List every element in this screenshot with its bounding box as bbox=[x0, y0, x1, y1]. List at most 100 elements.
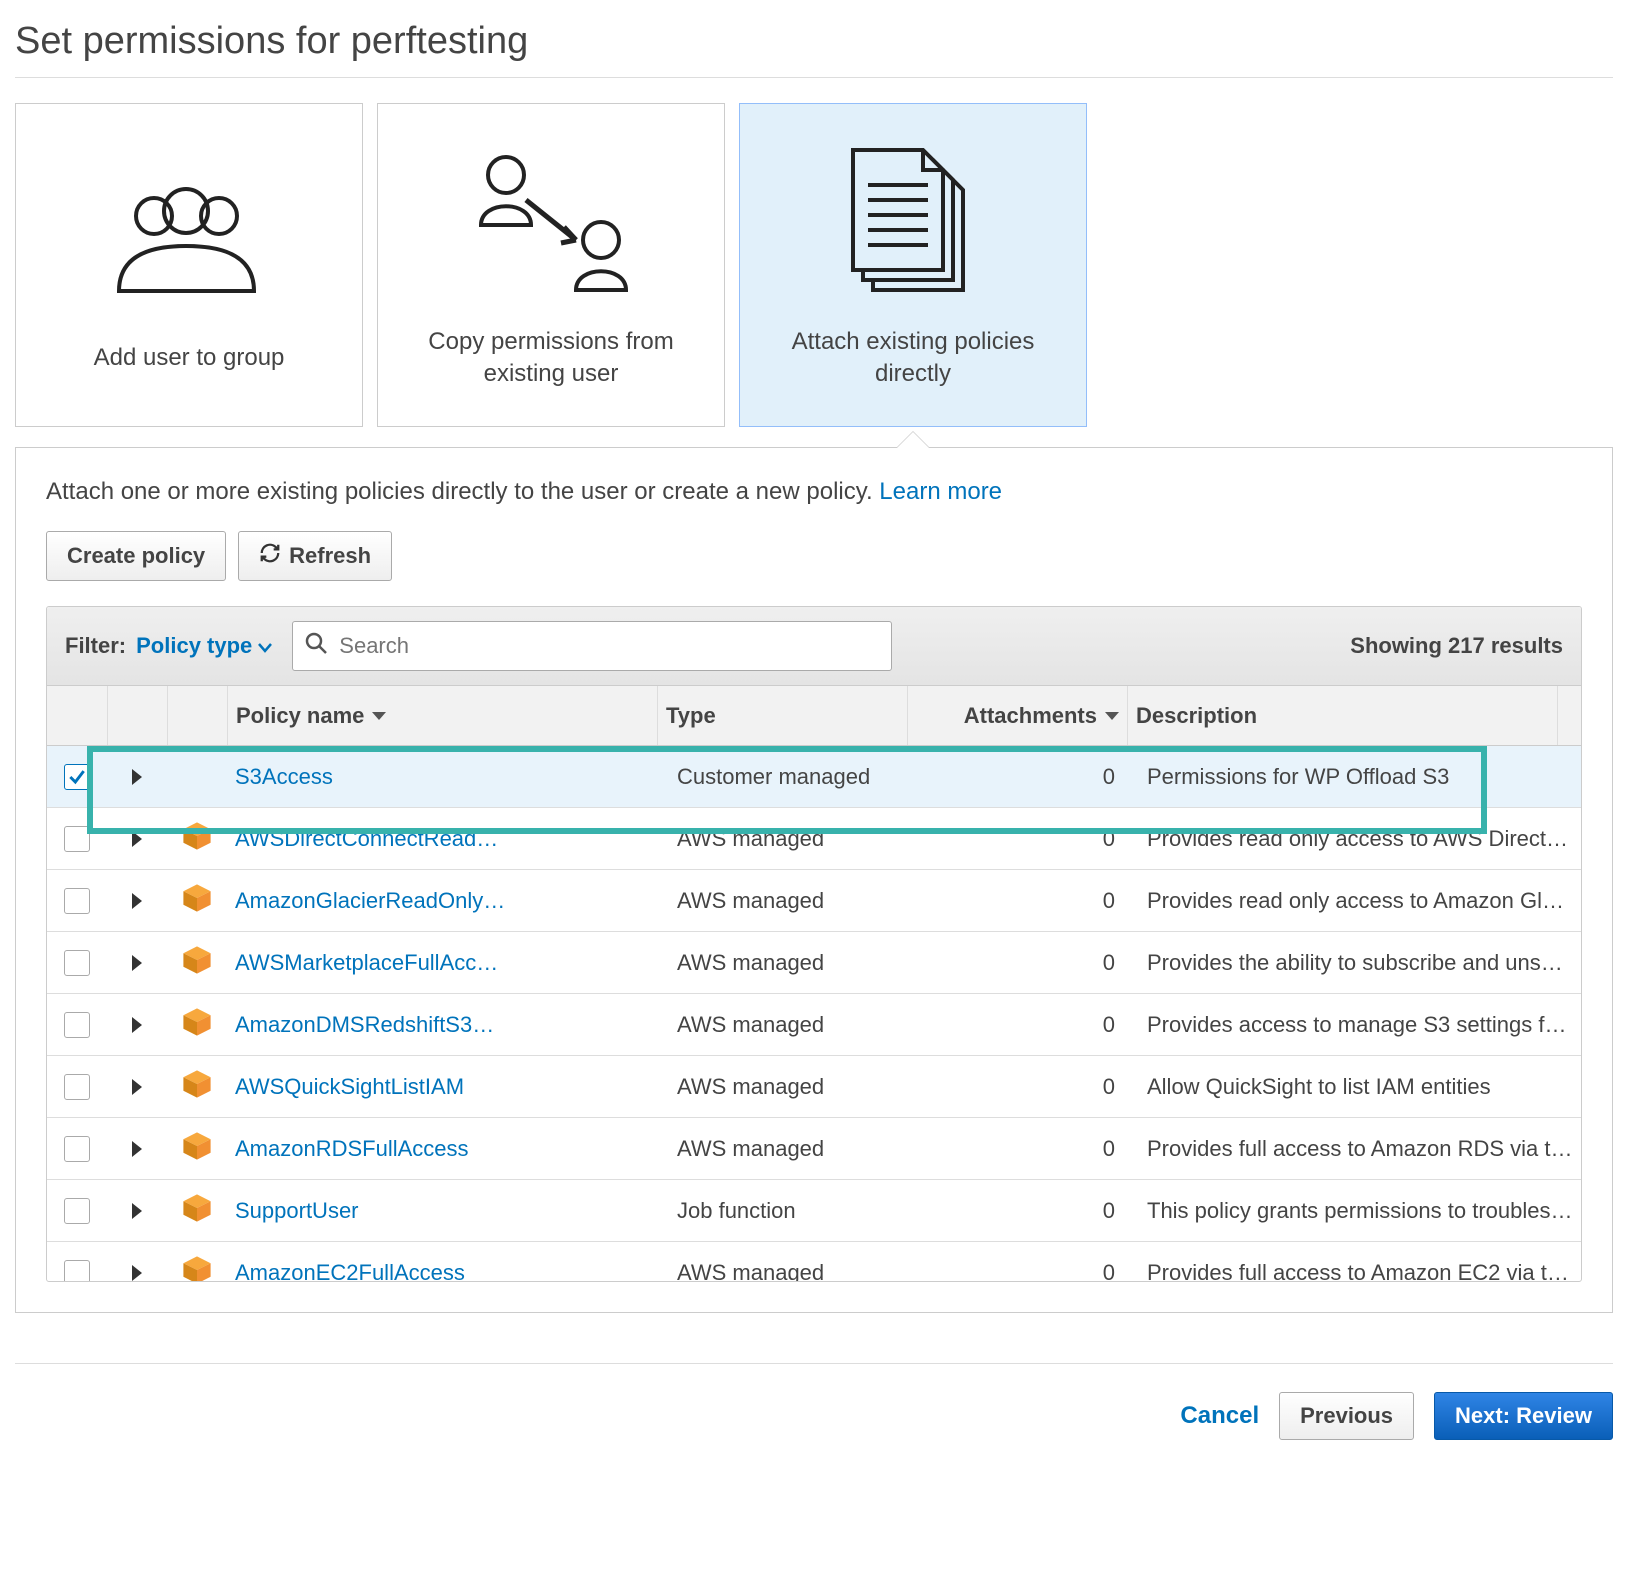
expand-row-icon[interactable] bbox=[132, 1203, 142, 1219]
next-review-button[interactable]: Next: Review bbox=[1434, 1392, 1613, 1440]
row-checkbox[interactable] bbox=[64, 826, 90, 852]
page-title: Set permissions for perftesting bbox=[15, 15, 1613, 78]
expand-row-icon[interactable] bbox=[132, 1017, 142, 1033]
col-policy-name[interactable]: Policy name bbox=[227, 686, 657, 745]
policy-name-link[interactable]: AWSMarketplaceFullAcc… bbox=[235, 950, 498, 975]
row-checkbox[interactable] bbox=[64, 1074, 90, 1100]
learn-more-link[interactable]: Learn more bbox=[879, 478, 1002, 505]
tab-copy-permissions[interactable]: Copy permissions from existing user bbox=[377, 103, 725, 427]
policy-type: AWS managed bbox=[669, 1012, 919, 1038]
search-icon bbox=[304, 631, 328, 661]
policy-description: Provides read only access to AWS Direct … bbox=[1139, 826, 1581, 852]
expand-row-icon[interactable] bbox=[132, 1141, 142, 1157]
policy-description: Allow QuickSight to list IAM entities bbox=[1139, 1074, 1581, 1100]
policy-type: AWS managed bbox=[669, 1074, 919, 1100]
policy-type: AWS managed bbox=[669, 950, 919, 976]
row-checkbox[interactable] bbox=[64, 1260, 90, 1282]
panel-intro: Attach one or more existing policies dir… bbox=[46, 478, 1582, 506]
policy-name-link[interactable]: AmazonDMSRedshiftS3… bbox=[235, 1012, 494, 1037]
policy-name-link[interactable]: AWSQuickSightListIAM bbox=[235, 1074, 464, 1099]
aws-managed-icon bbox=[180, 881, 214, 921]
policy-type: AWS managed bbox=[669, 1136, 919, 1162]
table-row: SupportUser Job function 0 This policy g… bbox=[47, 1180, 1581, 1242]
aws-managed-icon bbox=[180, 1005, 214, 1045]
sort-caret-icon bbox=[372, 712, 386, 720]
filter-label: Filter: bbox=[65, 633, 126, 659]
refresh-label: Refresh bbox=[289, 543, 371, 569]
row-checkbox[interactable] bbox=[64, 1136, 90, 1162]
row-checkbox[interactable] bbox=[64, 1012, 90, 1038]
permission-tabs: Add user to group Copy permissions from … bbox=[15, 103, 1613, 427]
aws-managed-icon bbox=[180, 1191, 214, 1231]
aws-managed-icon bbox=[180, 943, 214, 983]
wizard-footer: Cancel Previous Next: Review bbox=[15, 1363, 1613, 1440]
expand-row-icon[interactable] bbox=[132, 831, 142, 847]
policy-type: Customer managed bbox=[669, 764, 919, 790]
table-row: AmazonRDSFullAccess AWS managed 0 Provid… bbox=[47, 1118, 1581, 1180]
table-row: AmazonDMSRedshiftS3… AWS managed 0 Provi… bbox=[47, 994, 1581, 1056]
policies-table: Filter: Policy type Showing 217 results … bbox=[46, 606, 1582, 1282]
policy-description: Provides full access to Amazon EC2 via t… bbox=[1139, 1260, 1581, 1282]
cancel-button[interactable]: Cancel bbox=[1180, 1402, 1259, 1430]
policy-attachments: 0 bbox=[919, 1198, 1139, 1224]
table-row: S3Access Customer managed 0 Permissions … bbox=[47, 746, 1581, 808]
tab-attach-existing-policies[interactable]: Attach existing policies directly bbox=[739, 103, 1087, 427]
policy-attachments: 0 bbox=[919, 1074, 1139, 1100]
table-row: AWSDirectConnectRead… AWS managed 0 Prov… bbox=[47, 808, 1581, 870]
create-policy-button[interactable]: Create policy bbox=[46, 531, 226, 581]
search-input[interactable] bbox=[292, 621, 892, 671]
expand-row-icon[interactable] bbox=[132, 1079, 142, 1095]
tab-label: Attach existing policies directly bbox=[760, 326, 1066, 391]
tab-add-user-to-group[interactable]: Add user to group bbox=[15, 103, 363, 427]
table-row: AmazonEC2FullAccess AWS managed 0 Provid… bbox=[47, 1242, 1581, 1281]
policy-name-link[interactable]: SupportUser bbox=[235, 1198, 359, 1223]
expand-row-icon[interactable] bbox=[132, 1265, 142, 1281]
row-checkbox[interactable] bbox=[64, 1198, 90, 1224]
col-attachments[interactable]: Attachments bbox=[907, 686, 1127, 745]
previous-button[interactable]: Previous bbox=[1279, 1392, 1414, 1440]
policy-name-link[interactable]: AmazonGlacierReadOnly… bbox=[235, 888, 505, 913]
expand-row-icon[interactable] bbox=[132, 769, 142, 785]
policy-type: Job function bbox=[669, 1198, 919, 1224]
col-description[interactable]: Description bbox=[1127, 686, 1557, 745]
policy-attachments: 0 bbox=[919, 1012, 1139, 1038]
policy-attachments: 0 bbox=[919, 950, 1139, 976]
policy-description: Provides read only access to Amazon Glac… bbox=[1139, 888, 1581, 914]
results-count: Showing 217 results bbox=[1350, 633, 1563, 659]
chevron-down-icon bbox=[258, 633, 272, 659]
expand-row-icon[interactable] bbox=[132, 893, 142, 909]
sort-caret-icon bbox=[1105, 712, 1119, 720]
table-row: AWSQuickSightListIAM AWS managed 0 Allow… bbox=[47, 1056, 1581, 1118]
table-row: AmazonGlacierReadOnly… AWS managed 0 Pro… bbox=[47, 870, 1581, 932]
policy-attachments: 0 bbox=[919, 1136, 1139, 1162]
aws-managed-icon bbox=[180, 1253, 214, 1282]
tab-label: Add user to group bbox=[94, 342, 285, 374]
policy-name-link[interactable]: AmazonEC2FullAccess bbox=[235, 1260, 465, 1282]
refresh-icon bbox=[259, 542, 281, 570]
attach-policies-panel: Attach one or more existing policies dir… bbox=[15, 447, 1613, 1313]
policy-description: Provides full access to Amazon RDS via t… bbox=[1139, 1136, 1581, 1162]
col-type[interactable]: Type bbox=[657, 686, 907, 745]
filter-bar: Filter: Policy type Showing 217 results bbox=[47, 607, 1581, 686]
row-checkbox[interactable] bbox=[64, 888, 90, 914]
expand-row-icon[interactable] bbox=[132, 955, 142, 971]
row-checkbox[interactable] bbox=[64, 950, 90, 976]
policy-type: AWS managed bbox=[669, 826, 919, 852]
row-checkbox[interactable] bbox=[64, 764, 90, 790]
intro-text: Attach one or more existing policies dir… bbox=[46, 478, 879, 505]
policy-type: AWS managed bbox=[669, 1260, 919, 1282]
policy-name-link[interactable]: S3Access bbox=[235, 764, 333, 789]
table-header: Policy name Type Attachments Description bbox=[47, 686, 1581, 746]
refresh-button[interactable]: Refresh bbox=[238, 531, 392, 581]
policy-name-link[interactable]: AWSDirectConnectRead… bbox=[235, 826, 498, 851]
table-body[interactable]: S3Access Customer managed 0 Permissions … bbox=[47, 746, 1581, 1281]
filter-type-label: Policy type bbox=[136, 633, 252, 659]
policy-description: Provides the ability to subscribe and un… bbox=[1139, 950, 1581, 976]
policy-attachments: 0 bbox=[919, 1260, 1139, 1282]
tab-label: Copy permissions from existing user bbox=[398, 326, 704, 391]
policy-attachments: 0 bbox=[919, 888, 1139, 914]
policy-name-link[interactable]: AmazonRDSFullAccess bbox=[235, 1136, 469, 1161]
aws-managed-icon bbox=[180, 1067, 214, 1107]
filter-policy-type[interactable]: Policy type bbox=[136, 633, 272, 659]
policies-icon bbox=[838, 140, 988, 300]
